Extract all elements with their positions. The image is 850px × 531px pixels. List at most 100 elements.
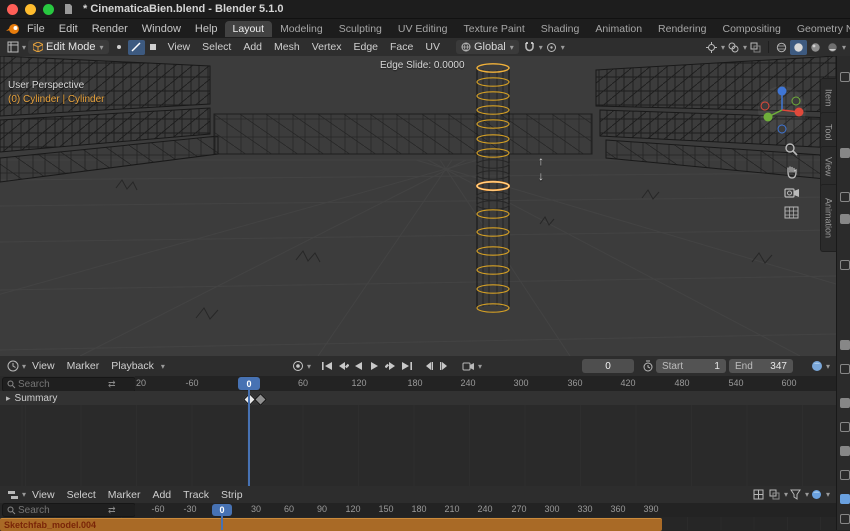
shading-material-icon[interactable] [807, 40, 824, 55]
menu-edge[interactable]: Edge [347, 40, 384, 54]
side-tab-icon[interactable] [840, 494, 850, 504]
show-gizmo-icon[interactable] [703, 40, 720, 55]
timeline-playhead[interactable]: 0 [238, 377, 260, 390]
auto-keying-button[interactable] [290, 359, 306, 373]
workspace-tab-rendering[interactable]: Rendering [650, 21, 714, 37]
nla-menu-strip[interactable]: Strip [215, 488, 249, 502]
menu-render[interactable]: Render [85, 21, 135, 37]
navigation-gizmo[interactable] [755, 82, 809, 138]
timeline-search-input[interactable] [16, 378, 108, 391]
sidebar-tab-view[interactable]: View [820, 146, 836, 188]
mode-dropdown[interactable]: Edit Mode ▾ [28, 40, 109, 54]
menu-file[interactable]: File [20, 21, 52, 37]
menu-select[interactable]: Select [196, 40, 237, 54]
nla-search-input[interactable] [16, 503, 108, 517]
proportional-editing-icon[interactable] [543, 40, 560, 55]
menu-help[interactable]: Help [188, 21, 225, 37]
minimize-window-button[interactable] [25, 3, 36, 15]
menu-view[interactable]: View [162, 40, 197, 54]
timeline-menu-view[interactable]: View [26, 359, 61, 373]
timeline-search[interactable]: ⇄ [2, 377, 136, 392]
side-tab-icon[interactable] [840, 72, 850, 82]
chevron-down-icon[interactable]: ▾ [22, 43, 26, 52]
nla-playhead[interactable]: 0 [212, 504, 232, 516]
3d-viewport[interactable]: Edge Slide: 0.0000 User Perspective (0) … [0, 56, 836, 356]
frame-end-field[interactable]: End 347 [728, 359, 793, 373]
workspace-tab-texture-paint[interactable]: Texture Paint [456, 21, 533, 37]
transform-orientation-dropdown[interactable]: Global ▾ [455, 40, 519, 54]
filter-toggle-icon[interactable]: ⇄ [108, 379, 116, 390]
camera-view-icon[interactable] [784, 186, 800, 199]
workspace-tab-shading[interactable]: Shading [533, 21, 588, 37]
blender-logo-icon[interactable] [6, 23, 20, 35]
menu-mesh[interactable]: Mesh [268, 40, 306, 54]
nla-ruler[interactable]: -60 -30 30 60 90 120 150 180 210 240 270… [135, 503, 836, 517]
timeline-editor[interactable]: ▾ View Marker Playback ▾ ▾ ▾ 0 Start 1 E… [0, 356, 836, 486]
step-back-button[interactable] [421, 359, 437, 373]
nla-search[interactable]: ⇄ [2, 503, 136, 517]
workspace-tab-geometry-nodes[interactable]: Geometry Nodes [789, 21, 850, 37]
snap-magnet-icon[interactable] [521, 40, 538, 55]
editor-type-timeline-icon[interactable] [4, 359, 21, 374]
side-tab-icon[interactable] [840, 340, 850, 350]
expand-arrow-icon[interactable]: ▸ [6, 393, 11, 404]
workspace-tab-uv-editing[interactable]: UV Editing [390, 21, 456, 37]
summary-channel-row[interactable]: ▸ Summary [0, 391, 836, 405]
chevron-down-icon[interactable]: ▾ [478, 362, 482, 371]
step-forward-button[interactable] [437, 359, 453, 373]
nla-menu-view[interactable]: View [26, 488, 61, 502]
menu-edit[interactable]: Edit [52, 21, 85, 37]
nla-menu-add[interactable]: Add [146, 488, 177, 502]
side-tab-icon[interactable] [840, 192, 850, 202]
nla-menu-track[interactable]: Track [177, 488, 215, 502]
use-preview-range-icon[interactable] [640, 359, 656, 373]
keying-set-globe-icon[interactable] [809, 359, 825, 373]
filter-funnel-icon[interactable] [788, 488, 804, 502]
nla-playhead-line[interactable] [221, 515, 223, 530]
workspace-tab-animation[interactable]: Animation [587, 21, 650, 37]
current-frame-field[interactable]: 0 [581, 359, 634, 373]
nla-editor[interactable]: ▾ View Select Marker Add Track Strip ▾ ▾… [0, 486, 836, 531]
zoom-window-button[interactable] [43, 3, 54, 15]
orthographic-grid-icon[interactable] [784, 206, 799, 219]
timeline-channel-area[interactable]: ▸ Summary [0, 391, 836, 486]
workspace-tab-compositing[interactable]: Compositing [715, 21, 789, 37]
frame-start-field[interactable]: Start 1 [655, 359, 726, 373]
shading-rendered-icon[interactable] [824, 40, 841, 55]
chevron-down-icon[interactable]: ▾ [826, 362, 830, 371]
jump-to-end-button[interactable] [399, 359, 415, 373]
workspace-tab-layout[interactable]: Layout [224, 20, 273, 37]
sync-sphere-icon[interactable] [809, 488, 825, 502]
previous-keyframe-button[interactable] [335, 359, 351, 373]
pan-hand-icon[interactable] [784, 164, 799, 179]
overlap-strips-icon[interactable] [767, 488, 783, 502]
edge-select-button[interactable] [127, 39, 145, 55]
play-button[interactable] [367, 359, 383, 373]
vertex-select-button[interactable] [111, 40, 128, 55]
jump-to-start-button[interactable] [319, 359, 335, 373]
menu-uv[interactable]: UV [419, 40, 446, 54]
side-tab-icon[interactable] [840, 148, 850, 158]
play-reverse-button[interactable] [351, 359, 367, 373]
chevron-down-icon[interactable]: ▾ [561, 43, 565, 52]
chevron-down-icon[interactable]: ▾ [826, 490, 830, 499]
chevron-down-icon[interactable]: ▾ [842, 43, 846, 52]
close-window-button[interactable] [7, 3, 18, 15]
side-tab-icon[interactable] [840, 364, 850, 374]
nla-track-area[interactable]: Sketchfab_model.004 [0, 517, 836, 531]
playback-sync-camera-icon[interactable] [461, 359, 477, 373]
filter-toggle-icon[interactable]: ⇄ [108, 505, 116, 516]
shading-solid-icon[interactable] [789, 39, 807, 55]
timeline-menu-playback[interactable]: Playback [105, 359, 160, 373]
sidebar-tab-animation[interactable]: Animation [820, 184, 836, 252]
side-tab-icon[interactable] [840, 398, 850, 408]
workspace-tab-sculpting[interactable]: Sculpting [331, 21, 390, 37]
nla-menu-select[interactable]: Select [61, 488, 102, 502]
side-tab-icon[interactable] [840, 470, 850, 480]
side-tab-icon[interactable] [840, 422, 850, 432]
side-tab-icon[interactable] [840, 260, 850, 270]
side-tab-icon[interactable] [840, 514, 850, 524]
side-tab-icon[interactable] [840, 446, 850, 456]
snap-grid-icon[interactable] [751, 488, 767, 502]
editor-type-nla-icon[interactable] [4, 487, 21, 502]
